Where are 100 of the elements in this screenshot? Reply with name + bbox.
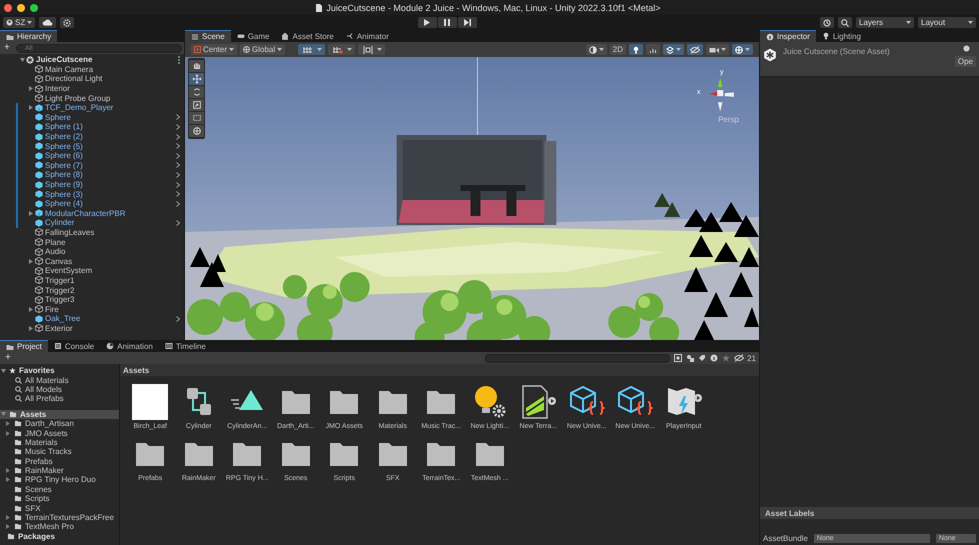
hierarchy-item[interactable]: Plane [45, 238, 66, 247]
gizmos-dropdown[interactable] [732, 44, 753, 55]
panel-tab[interactable]: Animation [100, 340, 159, 352]
hierarchy-item[interactable]: Cylinder [45, 218, 74, 228]
panel-tab[interactable]: Project [0, 340, 48, 352]
expand-arrow-icon[interactable] [29, 326, 33, 331]
layout-dropdown[interactable]: Layout [918, 17, 976, 28]
hierarchy-item[interactable]: Oak_Tree [45, 314, 80, 324]
hierarchy-item[interactable]: Main Camera [45, 64, 94, 74]
tag-icon[interactable] [698, 354, 706, 362]
hierarchy-item[interactable]: Sphere (4) [45, 199, 83, 208]
panel-tab[interactable]: Scene [185, 30, 231, 42]
expand-arrow-icon[interactable] [6, 430, 10, 436]
expand-arrow-icon[interactable] [1, 368, 6, 373]
panel-tab[interactable]: Timeline [158, 340, 212, 352]
settings-button[interactable] [60, 17, 74, 28]
audio-toggle[interactable] [646, 44, 660, 55]
panel-tab[interactable]: Lighting [816, 30, 867, 42]
hierarchy-item[interactable]: Directional Light [45, 74, 102, 84]
effects-dropdown[interactable] [663, 44, 684, 55]
play-button[interactable] [418, 17, 437, 28]
chevron-icon[interactable] [176, 220, 180, 226]
hierarchy-item[interactable]: Trigger2 [45, 286, 74, 295]
tree-item[interactable]: All Materials [25, 376, 69, 385]
panel-tab[interactable]: Animator [340, 30, 395, 42]
hierarchy-item[interactable]: TCF_Demo_Player [45, 103, 114, 112]
tree-item[interactable]: SFX [25, 504, 41, 513]
hierarchy-item[interactable]: Sphere [45, 112, 71, 122]
shading-dropdown[interactable] [586, 44, 607, 55]
expand-arrow-icon[interactable] [6, 421, 10, 426]
pivot-dropdown[interactable]: Center [191, 44, 238, 55]
hierarchy-item[interactable]: Sphere (5) [45, 142, 83, 151]
hierarchy-item[interactable]: Trigger1 [45, 276, 74, 285]
expand-arrow-icon[interactable] [29, 105, 33, 110]
panel-tab[interactable]: Asset Store [275, 30, 340, 42]
space-dropdown[interactable]: Global [240, 44, 286, 55]
star-icon[interactable] [722, 354, 730, 362]
hierarchy-item[interactable]: Fire [45, 304, 59, 314]
hierarchy-item[interactable]: ModularCharacterPBR [45, 208, 126, 218]
hidden-packages-toggle[interactable]: 21 [734, 354, 756, 362]
hierarchy-item[interactable]: Sphere (2) [45, 132, 83, 142]
layers-dropdown[interactable]: Layers [856, 17, 914, 28]
expand-arrow-icon[interactable] [6, 515, 10, 520]
tree-item[interactable]: Assets [20, 410, 46, 419]
tree-item[interactable]: TextMesh Pro [25, 522, 74, 532]
tree-item[interactable]: Scenes [25, 484, 52, 494]
history-button[interactable] [820, 17, 834, 28]
panel-tab[interactable]: Hierarchy [0, 30, 58, 42]
hierarchy-item[interactable]: Light Probe Group [45, 94, 110, 103]
open-button[interactable]: Ope [954, 56, 976, 67]
tree-item[interactable]: Scripts [25, 494, 50, 504]
tree-item[interactable]: RPG Tiny Hero Duo [25, 475, 96, 484]
hierarchy-item[interactable]: Exterior [45, 324, 73, 333]
tree-item[interactable]: Music Tracks [25, 447, 72, 456]
expand-arrow-icon[interactable] [29, 306, 33, 312]
hierarchy-item[interactable]: EventSystem [45, 266, 92, 276]
tree-item[interactable]: TerrainTexturesPackFree [25, 513, 114, 522]
add-button[interactable]: + [2, 43, 12, 53]
panel-tab[interactable]: Console [48, 340, 100, 352]
snap-increment-button[interactable] [328, 44, 356, 55]
maximize-button[interactable] [30, 4, 38, 12]
type-filter-icon[interactable] [686, 354, 694, 362]
tree-item[interactable]: Materials [25, 438, 58, 447]
panel-tab[interactable]: Game [230, 30, 276, 42]
expand-arrow-icon[interactable] [1, 412, 6, 416]
filter-icon[interactable] [674, 354, 682, 362]
search-field[interactable] [485, 354, 670, 362]
scene-name[interactable]: JuiceCutscene [36, 55, 92, 64]
hierarchy-item[interactable]: Sphere (8) [45, 170, 83, 180]
tool-button[interactable] [189, 60, 204, 72]
breadcrumb[interactable]: Assets [123, 366, 150, 374]
expand-arrow-icon[interactable] [20, 58, 24, 62]
hierarchy-item[interactable]: Canvas [45, 256, 72, 266]
pause-button[interactable] [438, 17, 457, 28]
tree-item[interactable]: Favorites [19, 366, 55, 376]
tool-button[interactable] [189, 86, 204, 98]
tool-button[interactable] [189, 99, 204, 111]
expand-arrow-icon[interactable] [29, 210, 33, 216]
tree-item[interactable]: Prefabs [25, 456, 53, 466]
hierarchy-item[interactable]: Sphere (3) [45, 190, 83, 199]
tool-button[interactable] [189, 125, 204, 137]
tree-item[interactable]: RainMaker [25, 466, 64, 476]
expand-arrow-icon[interactable] [29, 86, 33, 92]
hierarchy-item[interactable]: Sphere (1) [45, 122, 83, 132]
camera-dropdown[interactable] [706, 44, 729, 55]
help-icon[interactable] [963, 45, 970, 52]
tree-row[interactable]: Assets [0, 410, 119, 419]
hierarchy-item[interactable]: Interior [45, 84, 70, 94]
grid-snap-button[interactable] [298, 44, 326, 55]
tree-item[interactable]: All Models [25, 384, 62, 394]
step-button[interactable] [458, 17, 477, 28]
minimize-button[interactable] [17, 4, 25, 12]
close-button[interactable] [4, 4, 12, 12]
info-icon[interactable] [710, 354, 718, 362]
add-button[interactable]: + [3, 353, 13, 363]
tree-item[interactable]: Darth_Artisan [25, 419, 74, 428]
tool-button[interactable] [189, 112, 204, 124]
lighting-toggle[interactable] [629, 44, 643, 55]
align-button[interactable] [358, 44, 386, 55]
tool-button[interactable] [189, 73, 204, 85]
